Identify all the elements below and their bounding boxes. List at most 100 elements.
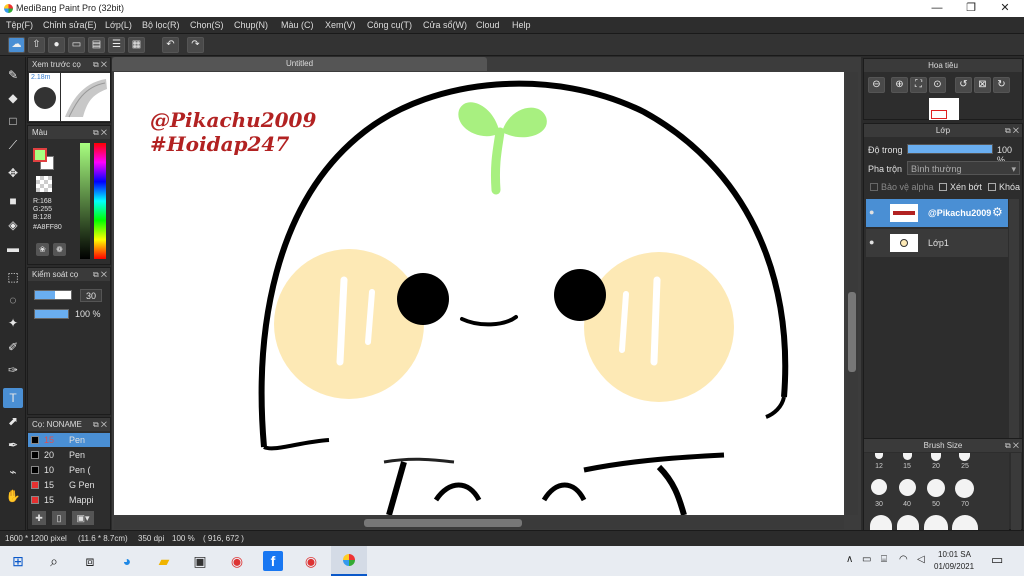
eraser-tool-icon[interactable]: ◆ <box>3 88 23 108</box>
color-wheel-icon[interactable]: ❁ <box>53 243 66 256</box>
facebook-icon[interactable]: f <box>263 551 283 571</box>
medibang-taskbar-button[interactable] <box>331 546 367 576</box>
store-icon[interactable]: ▣ <box>189 551 211 571</box>
rotate-right-icon[interactable]: ↻ <box>993 77 1010 93</box>
brush-list-item[interactable]: 15 G Pen <box>28 478 110 492</box>
foreground-color-swatch[interactable] <box>33 148 47 162</box>
grid-icon[interactable]: ▦ <box>128 37 145 53</box>
gear-icon[interactable]: ⚙ <box>992 205 1003 219</box>
undo-icon[interactable]: ↶ <box>162 37 179 53</box>
brush-size-option[interactable] <box>927 479 945 497</box>
menu-help[interactable]: Help <box>512 20 531 30</box>
brush-tool-icon[interactable]: ✎ <box>3 65 23 85</box>
menu-view[interactable]: Xem(V) <box>325 20 356 30</box>
reset-rotate-icon[interactable]: ⊠ <box>974 77 991 93</box>
chrome-icon[interactable]: ◉ <box>226 551 248 571</box>
eye-icon[interactable]: ● <box>869 237 874 247</box>
menu-window[interactable]: Cửa sổ(W) <box>423 20 467 30</box>
menu-file[interactable]: Tệp(F) <box>6 20 33 30</box>
document-tab[interactable]: Untitled <box>112 57 487 71</box>
menu-layer[interactable]: Lớp(L) <box>105 20 132 30</box>
lock-checkbox[interactable] <box>988 183 996 191</box>
chrome-profile-icon[interactable]: ◉ <box>300 551 322 571</box>
menu-filter[interactable]: Bộ lọc(R) <box>142 20 180 30</box>
volume-icon[interactable]: ◁ <box>917 554 925 565</box>
menu-select[interactable]: Chọn(S) <box>190 20 224 30</box>
pen-tool-icon[interactable]: ⟋ <box>3 135 23 155</box>
chat-icon[interactable]: ● <box>48 37 65 53</box>
select-eraser-tool-icon[interactable]: ✑ <box>3 360 23 380</box>
edge-icon[interactable]: ◕ <box>116 551 138 571</box>
file-explorer-icon[interactable]: ▰ <box>153 551 175 571</box>
layer-scrollbar[interactable] <box>1009 199 1019 469</box>
brush-menu-icon[interactable]: ▣▾ <box>72 511 94 525</box>
move-tool-icon[interactable]: ✥ <box>3 163 23 183</box>
hand-tool-icon[interactable]: ✋ <box>3 486 23 506</box>
blend-mode-select[interactable]: Bình thường ▾ <box>907 161 1020 175</box>
magic-wand-tool-icon[interactable]: ✦ <box>3 313 23 333</box>
rectangle-tool-icon[interactable]: □ <box>3 111 23 131</box>
layer-row[interactable]: ● Lớp1 <box>866 229 1008 257</box>
notification-icon[interactable]: ▭ <box>991 552 1003 568</box>
close-icon[interactable]: ⧉ ✕ <box>1005 439 1019 452</box>
palette-icon[interactable]: ❀ <box>36 243 49 256</box>
navigator-thumbnail[interactable] <box>929 98 959 120</box>
brush-list-item[interactable]: 20 Pen <box>28 448 110 462</box>
brush-size-slider[interactable] <box>34 290 72 300</box>
cloud-icon[interactable]: ☁ <box>8 37 25 53</box>
minimize-button[interactable]: — <box>920 0 954 17</box>
brush-size-option[interactable] <box>870 515 892 530</box>
menu-color[interactable]: Màu (C) <box>281 20 314 30</box>
horizontal-scrollbar[interactable] <box>114 517 844 529</box>
bucket-tool-icon[interactable]: ◈ <box>3 215 23 235</box>
clipping-checkbox[interactable] <box>939 183 947 191</box>
close-icon[interactable]: ⧉ ✕ <box>93 126 107 139</box>
rotate-left-icon[interactable]: ↺ <box>955 77 972 93</box>
close-icon[interactable]: ⧉ ✕ <box>93 418 107 431</box>
network-icon[interactable]: ⌸ <box>881 554 887 565</box>
layer-row-selected[interactable]: ● @Pikachu2009 ⚙ <box>866 199 1008 227</box>
close-icon[interactable]: ⧉ ✕ <box>93 268 107 281</box>
menu-tools[interactable]: Công cụ(T) <box>367 20 412 30</box>
clock-date[interactable]: 01/09/2021 <box>934 562 974 571</box>
select-rect-tool-icon[interactable]: ⬚ <box>3 267 23 287</box>
windows-start-icon[interactable]: ⊞ <box>7 551 29 571</box>
close-button[interactable]: ✕ <box>988 0 1022 17</box>
brush-list-item[interactable]: 15 Mappi <box>28 493 110 507</box>
brush-size-option[interactable] <box>955 479 974 498</box>
vertical-scrollbar[interactable] <box>846 72 858 515</box>
brush-list-item[interactable]: 10 Pen ( <box>28 463 110 477</box>
task-view-icon[interactable]: ⧈ <box>79 551 101 571</box>
maximize-button[interactable]: ❐ <box>954 0 988 17</box>
clock-time[interactable]: 10:01 SA <box>938 550 971 559</box>
battery-icon[interactable]: ▭ <box>862 554 871 565</box>
comment-icon[interactable]: ▭ <box>68 37 85 53</box>
brush-size-option[interactable] <box>899 479 916 496</box>
new-brush-icon[interactable]: ▯ <box>52 511 66 525</box>
close-icon[interactable]: ⧉ ✕ <box>93 58 107 71</box>
list-icon[interactable]: ☰ <box>108 37 125 53</box>
protect-alpha-checkbox[interactable] <box>870 183 878 191</box>
brush-list-item[interactable]: 15 Pen <box>28 433 110 447</box>
fit-icon[interactable]: ⛶ <box>910 77 927 93</box>
close-icon[interactable]: ⧉ ✕ <box>1005 124 1019 137</box>
zoom-icon[interactable]: ⊙ <box>929 77 946 93</box>
gradient-tool-icon[interactable]: ▬ <box>3 238 23 258</box>
brush-size-option[interactable] <box>897 515 919 530</box>
menu-cloud[interactable]: Cloud <box>476 20 500 30</box>
dropper-tool-icon[interactable]: ✒ <box>3 435 23 455</box>
add-brush-icon[interactable]: ✚ <box>32 511 46 525</box>
lasso-tool-icon[interactable]: ◌ <box>3 290 23 310</box>
select-pen-tool-icon[interactable]: ✐ <box>3 337 23 357</box>
menu-capture[interactable]: Chụp(N) <box>234 20 268 30</box>
drawing-canvas[interactable]: @Pikachu2009 #Hoidap247 <box>114 72 844 515</box>
fill-rect-tool-icon[interactable]: ■ <box>3 191 23 211</box>
operation-tool-icon[interactable]: ⬈ <box>3 411 23 431</box>
zoom-in-icon[interactable]: ⊕ <box>891 77 908 93</box>
layer-opacity-slider[interactable] <box>907 144 993 154</box>
brush-size-scrollbar[interactable] <box>1011 453 1021 530</box>
brush-opacity-slider[interactable] <box>34 309 69 319</box>
eye-icon[interactable]: ● <box>869 207 874 217</box>
hue-slider[interactable] <box>94 143 106 259</box>
brightness-slider[interactable] <box>80 143 90 259</box>
